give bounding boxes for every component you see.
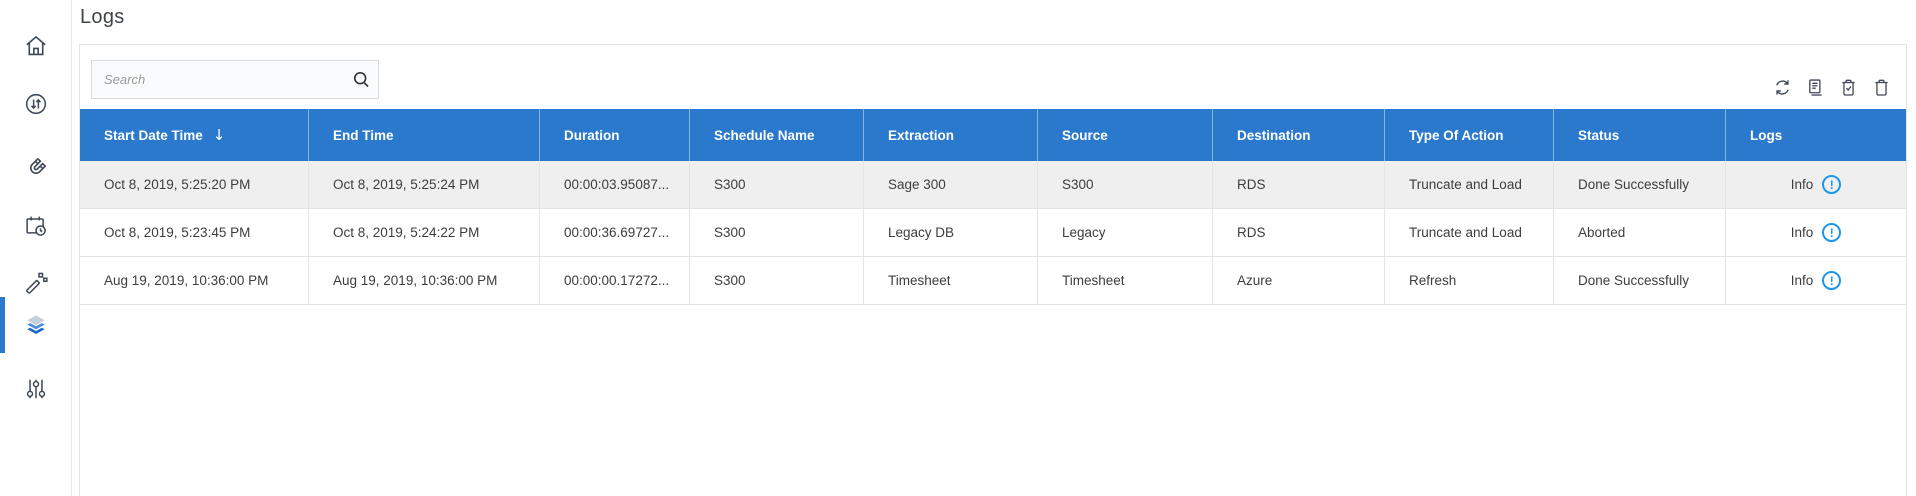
cell-type-of-action: Truncate and Load bbox=[1385, 209, 1554, 256]
cell-logs: Info ! bbox=[1726, 257, 1906, 304]
info-link[interactable]: Info ! bbox=[1791, 175, 1842, 194]
active-indicator bbox=[0, 297, 5, 353]
column-header-schedule-name[interactable]: Schedule Name bbox=[690, 109, 864, 161]
column-header-type-of-action[interactable]: Type Of Action bbox=[1385, 109, 1554, 161]
cell-destination: RDS bbox=[1213, 209, 1385, 256]
sidebar-item-home[interactable] bbox=[0, 18, 72, 74]
cell-status: Done Successfully bbox=[1554, 161, 1726, 208]
column-label: Schedule Name bbox=[714, 127, 815, 143]
clear-selected-button[interactable] bbox=[1836, 75, 1860, 99]
cell-extraction: Legacy DB bbox=[864, 209, 1038, 256]
column-label: Extraction bbox=[888, 127, 955, 143]
info-circle-icon: ! bbox=[1822, 175, 1842, 194]
calendar-clock-icon bbox=[26, 216, 46, 236]
sidebar-item-connections[interactable] bbox=[0, 140, 72, 196]
column-label: Destination bbox=[1237, 127, 1311, 143]
cell-start-date-time: Oct 8, 2019, 5:25:20 PM bbox=[80, 161, 309, 208]
sidebar-item-transfer[interactable] bbox=[0, 76, 72, 132]
column-header-logs[interactable]: Logs bbox=[1726, 109, 1906, 161]
cell-end-time: Aug 19, 2019, 10:36:00 PM bbox=[309, 257, 540, 304]
layers-icon bbox=[27, 315, 45, 334]
info-circle-icon: ! bbox=[1822, 223, 1842, 242]
transfer-circle-icon bbox=[25, 93, 47, 115]
info-label: Info bbox=[1790, 225, 1814, 240]
column-label: Logs bbox=[1750, 127, 1783, 143]
column-header-status[interactable]: Status bbox=[1554, 109, 1726, 161]
cell-duration: 00:00:00.17272... bbox=[540, 257, 690, 304]
magnet-icon bbox=[30, 157, 47, 174]
cell-schedule-name: S300 bbox=[690, 209, 864, 256]
cell-source: Timesheet bbox=[1038, 257, 1213, 304]
log-document-icon bbox=[1808, 78, 1822, 96]
info-link[interactable]: Info ! bbox=[1791, 271, 1842, 290]
cell-start-date-time: Aug 19, 2019, 10:36:00 PM bbox=[80, 257, 309, 304]
table-row[interactable]: Oct 8, 2019, 5:25:20 PM Oct 8, 2019, 5:2… bbox=[80, 161, 1906, 209]
delete-button[interactable] bbox=[1869, 75, 1893, 99]
column-header-duration[interactable]: Duration bbox=[540, 109, 690, 161]
search-input[interactable] bbox=[92, 72, 344, 87]
cell-logs: Info ! bbox=[1726, 209, 1906, 256]
page-title: Logs bbox=[80, 6, 125, 28]
info-label: Info bbox=[1790, 273, 1814, 288]
cell-extraction: Timesheet bbox=[864, 257, 1038, 304]
cell-extraction: Sage 300 bbox=[864, 161, 1038, 208]
trash-icon bbox=[1874, 79, 1888, 96]
app-root: Logs Search Start Date Time ↓ End Time D… bbox=[0, 0, 1916, 496]
cell-end-time: Oct 8, 2019, 5:25:24 PM bbox=[309, 161, 540, 208]
column-header-extraction[interactable]: Extraction bbox=[864, 109, 1038, 161]
cell-type-of-action: Refresh bbox=[1385, 257, 1554, 304]
info-label: Info bbox=[1790, 177, 1814, 192]
column-label: Source bbox=[1062, 127, 1108, 143]
search-icon bbox=[353, 71, 369, 88]
cell-start-date-time: Oct 8, 2019, 5:23:45 PM bbox=[80, 209, 309, 256]
column-header-destination[interactable]: Destination bbox=[1213, 109, 1385, 161]
content-card: Start Date Time ↓ End Time Duration Sche… bbox=[79, 44, 1907, 496]
info-circle-icon: ! bbox=[1822, 271, 1842, 290]
column-label: End Time bbox=[333, 127, 394, 143]
column-label: Duration bbox=[564, 127, 620, 143]
table-row[interactable]: Oct 8, 2019, 5:23:45 PM Oct 8, 2019, 5:2… bbox=[80, 209, 1906, 257]
cell-status: Done Successfully bbox=[1554, 257, 1726, 304]
cell-status: Aborted bbox=[1554, 209, 1726, 256]
home-icon bbox=[26, 35, 46, 56]
sidebar-item-logs[interactable] bbox=[0, 297, 72, 353]
cell-duration: 00:00:36.69727... bbox=[540, 209, 690, 256]
sidebar-item-settings[interactable] bbox=[0, 361, 72, 417]
sidebar-item-schedules[interactable] bbox=[0, 198, 72, 254]
table-row[interactable]: Aug 19, 2019, 10:36:00 PM Aug 19, 2019, … bbox=[80, 257, 1906, 305]
column-header-start-date-time[interactable]: Start Date Time ↓ bbox=[80, 109, 309, 161]
cell-end-time: Oct 8, 2019, 5:24:22 PM bbox=[309, 209, 540, 256]
search-button[interactable] bbox=[344, 61, 378, 98]
cell-duration: 00:00:03.95087... bbox=[540, 161, 690, 208]
sort-desc-icon[interactable]: ↓ bbox=[213, 126, 226, 144]
sidebar bbox=[0, 0, 72, 496]
column-label: Type Of Action bbox=[1409, 127, 1504, 143]
view-log-button[interactable] bbox=[1803, 75, 1827, 99]
cell-schedule-name: S300 bbox=[690, 257, 864, 304]
cell-destination: Azure bbox=[1213, 257, 1385, 304]
search-box bbox=[91, 60, 379, 99]
cell-type-of-action: Truncate and Load bbox=[1385, 161, 1554, 208]
trash-check-icon bbox=[1841, 79, 1855, 96]
info-link[interactable]: Info ! bbox=[1791, 223, 1842, 242]
cell-schedule-name: S300 bbox=[690, 161, 864, 208]
logs-table: Start Date Time ↓ End Time Duration Sche… bbox=[80, 109, 1906, 305]
refresh-button[interactable] bbox=[1770, 75, 1794, 99]
table-toolbar bbox=[1770, 75, 1893, 99]
sliders-icon bbox=[26, 379, 46, 399]
magic-wand-icon bbox=[26, 272, 48, 294]
column-label: Status bbox=[1578, 127, 1620, 143]
cell-source: S300 bbox=[1038, 161, 1213, 208]
column-header-source[interactable]: Source bbox=[1038, 109, 1213, 161]
refresh-icon bbox=[1775, 79, 1789, 95]
cell-source: Legacy bbox=[1038, 209, 1213, 256]
cell-destination: RDS bbox=[1213, 161, 1385, 208]
table-header-row: Start Date Time ↓ End Time Duration Sche… bbox=[80, 109, 1906, 161]
column-header-end-time[interactable]: End Time bbox=[309, 109, 540, 161]
cell-logs: Info ! bbox=[1726, 161, 1906, 208]
column-label: Start Date Time bbox=[104, 127, 203, 143]
